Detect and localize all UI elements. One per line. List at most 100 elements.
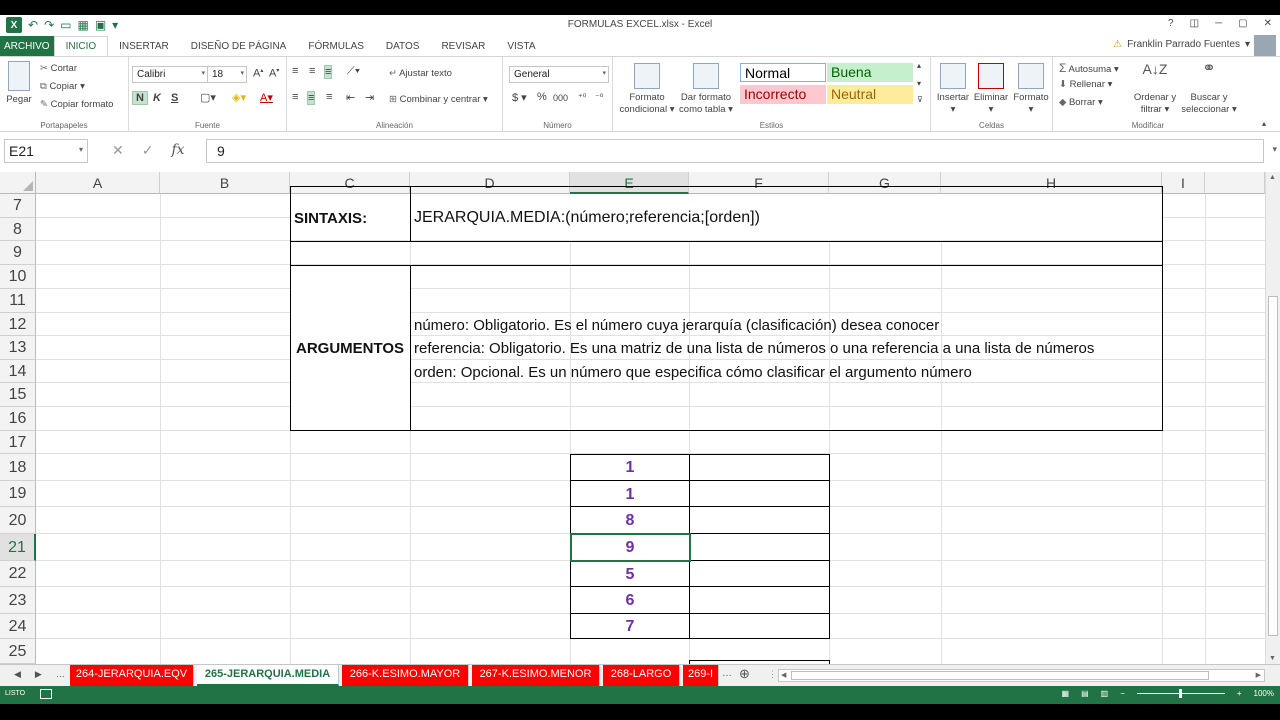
thousands-button[interactable]: 000 [553, 93, 568, 103]
align-right-icon[interactable]: ≡ [326, 91, 332, 103]
row-header-23[interactable]: 23 [0, 587, 36, 614]
merge-center-button[interactable]: ⊞ Combinar y centrar ▾ [389, 94, 488, 105]
tab-archivo[interactable]: ARCHIVO [0, 36, 54, 56]
row-header-19[interactable]: 19 [0, 481, 36, 507]
horizontal-scrollbar[interactable]: ◀ ▶ [778, 669, 1265, 682]
align-bottom-icon[interactable]: ≡ [324, 65, 333, 79]
add-sheet-icon[interactable]: ⊕ [739, 666, 750, 682]
minimize-button[interactable]: ─ [1215, 18, 1222, 29]
decrease-decimal-icon[interactable]: ⁻⁰ [595, 92, 603, 103]
row-header-17[interactable]: 17 [0, 431, 36, 454]
zoom-in-icon[interactable]: + [1237, 689, 1242, 698]
paste-button[interactable]: Pegar [4, 61, 34, 106]
autosum-button[interactable]: Σ Autosuma ▾ [1059, 61, 1119, 75]
row-header-25[interactable]: 25 [0, 639, 36, 664]
zoom-level[interactable]: 100% [1254, 689, 1274, 698]
decrease-indent-icon[interactable]: ⇤ [346, 91, 355, 104]
sintaxis-label[interactable]: SINTAXIS: [294, 210, 367, 227]
bold-button[interactable]: N [132, 91, 148, 105]
find-select-button[interactable]: ⚭ Buscar y seleccionar ▾ [1179, 61, 1239, 116]
argument-orden[interactable]: orden: Opcional. Es un número que especi… [414, 364, 972, 381]
format-cells-button[interactable]: Formato ▾ [1011, 63, 1051, 116]
scroll-down-icon[interactable]: ▼ [1269, 655, 1276, 662]
avatar[interactable] [1254, 35, 1276, 56]
zoom-slider-knob[interactable] [1178, 689, 1182, 698]
sheet-tab-264[interactable]: 264-JERARQUIA.EQV [70, 665, 194, 686]
font-color-icon[interactable]: A▾ [260, 91, 273, 104]
row-header-24[interactable]: 24 [0, 614, 36, 639]
row-header-8[interactable]: 8 [0, 218, 36, 241]
styles-scroll-down-icon[interactable]: ▾ [917, 79, 921, 88]
styles-more-icon[interactable]: ⊽ [917, 95, 923, 104]
column-header-blank[interactable] [1205, 172, 1265, 194]
align-top-icon[interactable]: ≡ [292, 65, 298, 77]
tab-vista[interactable]: VISTA [496, 36, 546, 56]
number-cell-e19[interactable]: 1 [571, 486, 689, 504]
underline-button[interactable]: S [171, 92, 178, 104]
row-header-11[interactable]: 11 [0, 289, 36, 313]
increase-font-icon[interactable]: A▴ [253, 67, 263, 80]
close-button[interactable]: ✕ [1264, 18, 1272, 29]
normal-view-icon[interactable]: ▦ [1062, 689, 1070, 698]
styles-scroll-up-icon[interactable]: ▴ [917, 61, 921, 70]
ribbon-display-button[interactable]: ◫ [1190, 18, 1199, 29]
increase-decimal-icon[interactable]: ⁺⁰ [578, 92, 586, 103]
font-family-select[interactable]: Calibri ▾ [132, 66, 208, 83]
maximize-button[interactable]: ▢ [1238, 18, 1247, 29]
row-header-13[interactable]: 13 [0, 336, 36, 360]
sheet-tab-266[interactable]: 266-K.ESIMO.MAYOR [342, 665, 469, 686]
column-header-b[interactable]: B [160, 172, 290, 194]
number-cell-e24[interactable]: 7 [571, 618, 689, 636]
number-cell-e20[interactable]: 8 [571, 512, 689, 530]
row-header-18[interactable]: 18 [0, 454, 36, 481]
row-header-14[interactable]: 14 [0, 360, 36, 383]
macro-record-icon[interactable] [40, 689, 52, 699]
row-header-16[interactable]: 16 [0, 407, 36, 431]
vertical-scrollbar[interactable]: ▲ ▼ [1265, 172, 1280, 664]
tab-diseno-pagina[interactable]: DISEÑO DE PÁGINA [180, 36, 298, 56]
copy-button[interactable]: ⧉ Copiar ▾ [40, 81, 85, 92]
insert-cells-button[interactable]: Insertar ▾ [934, 63, 972, 116]
row-header-22[interactable]: 22 [0, 561, 36, 587]
column-header-a[interactable]: A [36, 172, 160, 194]
column-header-i[interactable]: I [1162, 172, 1205, 194]
wrap-text-button[interactable]: ↵ Ajustar texto [389, 68, 452, 79]
sheet-tab-267[interactable]: 267-K.ESIMO.MENOR [472, 665, 600, 686]
align-left-icon[interactable]: ≡ [292, 91, 298, 103]
scroll-up-icon[interactable]: ▲ [1269, 174, 1276, 181]
argument-referencia[interactable]: referencia: Obligatorio. Es una matriz d… [414, 340, 1094, 357]
sheet-tab-265[interactable]: 265-JERARQUIA.MEDIA [197, 665, 339, 686]
active-cell-selection[interactable] [570, 533, 691, 562]
split-handle-icon[interactable]: ⋮ [768, 669, 777, 680]
format-as-table-button[interactable]: Dar formato como tabla ▾ [677, 63, 735, 116]
delete-cells-button[interactable]: Eliminar ▾ [971, 63, 1011, 116]
style-buena[interactable]: Buena [827, 63, 913, 82]
decrease-font-icon[interactable]: A▾ [269, 67, 279, 80]
percent-button[interactable]: % [537, 91, 547, 103]
zoom-slider[interactable] [1136, 689, 1225, 698]
formula-input[interactable]: 9 [206, 139, 1264, 163]
tab-inicio[interactable]: INICIO [53, 36, 109, 56]
tab-formulas[interactable]: FÓRMULAS [297, 36, 375, 56]
argumentos-label[interactable]: ARGUMENTOS [296, 340, 404, 357]
format-painter-button[interactable]: ✎ Copiar formato [40, 99, 113, 110]
insert-function-icon[interactable]: fx [171, 142, 184, 159]
page-break-icon[interactable]: ▥ [1101, 689, 1109, 698]
row-header-20[interactable]: 20 [0, 507, 36, 534]
sheet-next-icon[interactable]: ▶ [35, 669, 42, 680]
number-format-select[interactable]: General ▾ [509, 66, 609, 83]
row-header-21[interactable]: 21 [0, 534, 36, 561]
row-header-12[interactable]: 12 [0, 313, 36, 336]
fill-color-icon[interactable]: ◈▾ [232, 91, 246, 104]
align-middle-icon[interactable]: ≡ [309, 65, 315, 77]
enter-icon[interactable]: ✓ [142, 142, 154, 159]
cut-button[interactable]: ✂ Cortar [40, 63, 77, 74]
style-incorrecto[interactable]: Incorrecto [740, 85, 826, 104]
increase-indent-icon[interactable]: ⇥ [365, 91, 374, 104]
name-box[interactable]: E21 ▾ [4, 139, 88, 163]
help-button[interactable]: ? [1168, 18, 1174, 29]
tab-insertar[interactable]: INSERTAR [108, 36, 180, 56]
vertical-scroll-thumb[interactable] [1268, 296, 1278, 636]
horizontal-scroll-thumb[interactable] [791, 671, 1209, 680]
zoom-out-icon[interactable]: − [1120, 689, 1125, 698]
